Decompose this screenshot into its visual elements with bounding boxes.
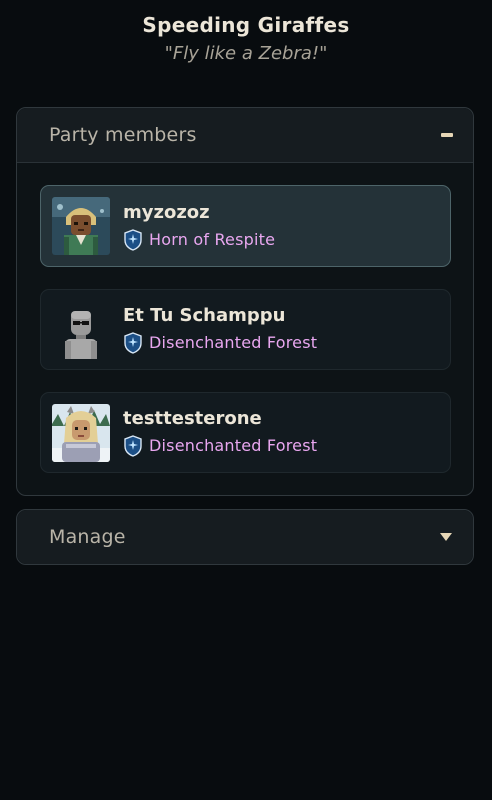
location-text: Horn of Respite (149, 229, 276, 249)
member-card[interactable]: myzozoz Horn of Respite (40, 185, 451, 267)
shield-icon (124, 435, 142, 457)
party-members-title: Party members (49, 124, 197, 146)
member-card[interactable]: Et Tu Schamppu Disenchanted Forest (40, 289, 451, 370)
member-name: testtesterone (123, 408, 262, 429)
member-location: Horn of Respite (123, 228, 276, 251)
party-members-header[interactable]: Party members (17, 108, 473, 163)
avatar-robot-icon (52, 300, 110, 359)
member-card[interactable]: testtesterone Disenchanted Forest (40, 392, 451, 473)
location-text: Disenchanted Forest (149, 436, 318, 455)
manage-header[interactable]: Manage (17, 510, 473, 564)
avatar-myzozoz-icon (52, 197, 110, 255)
manage-title: Manage (49, 526, 126, 548)
manage-panel: Manage (16, 509, 474, 565)
member-info: myzozoz Horn of Respite (123, 202, 275, 251)
party-page: Speeding Giraffes "Fly like a Zebra!" Pa… (0, 0, 492, 800)
party-name: Speeding Giraffes (142, 13, 350, 37)
location-text: Disenchanted Forest (149, 333, 318, 352)
party-members-panel: Party members myzozoz Horn of Respite Et… (16, 107, 474, 496)
shield-icon (124, 332, 142, 354)
collapse-minus-icon[interactable] (441, 133, 453, 137)
member-location: Disenchanted Forest (123, 332, 317, 354)
member-info: testtesterone Disenchanted Forest (123, 408, 317, 457)
member-name: Et Tu Schamppu (123, 305, 286, 326)
avatar-testtesterone-icon (52, 403, 110, 462)
shield-icon (124, 228, 142, 251)
member-list: myzozoz Horn of Respite Et Tu Schamppu D… (17, 163, 473, 473)
member-info: Et Tu Schamppu Disenchanted Forest (123, 305, 317, 354)
member-location: Disenchanted Forest (123, 435, 317, 457)
chevron-down-icon[interactable] (439, 532, 453, 542)
member-name: myzozoz (123, 201, 210, 223)
party-motto: "Fly like a Zebra!" (164, 43, 328, 64)
party-header: Speeding Giraffes "Fly like a Zebra!" (0, 0, 492, 66)
